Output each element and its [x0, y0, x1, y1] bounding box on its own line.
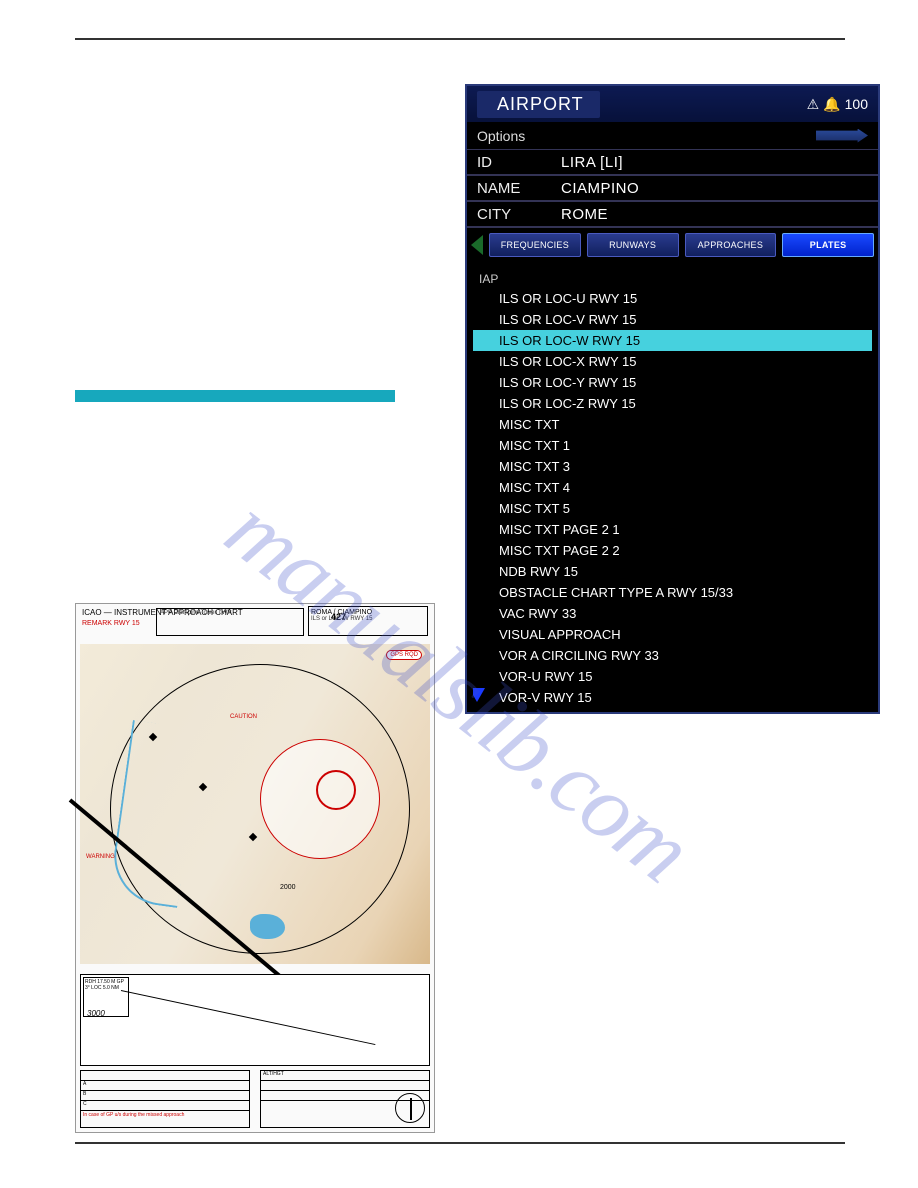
chart-minimums-right: ALT/HGT	[260, 1070, 430, 1128]
list-item[interactable]: ILS OR LOC-W RWY 15	[473, 330, 872, 351]
warning-icon: ⚠	[807, 96, 820, 113]
list-item[interactable]: ILS OR LOC-Y RWY 15	[473, 372, 872, 393]
footer-rule	[75, 1142, 845, 1144]
tab-frequencies[interactable]: FREQUENCIES	[489, 233, 581, 257]
chart-profile-alt: 3000	[87, 1009, 105, 1018]
avionics-airport-page: AIRPORT ⚠ 🔔 100 Options ID LIRA [LI] NAM…	[465, 84, 880, 714]
chart-lake	[250, 914, 285, 939]
tabs-row: FREQUENCIES RUNWAYS APPROACHES PLATES	[467, 228, 878, 262]
screen-title: AIRPORT	[497, 94, 584, 114]
table-row: ALT/HGT	[261, 1071, 429, 1081]
chart-minimums-tables: A B C In case of GP u/s during the misse…	[80, 1070, 430, 1128]
airport-id-row: ID LIRA [LI]	[467, 150, 878, 176]
list-item[interactable]: OBSTACLE CHART TYPE A RWY 15/33	[473, 582, 872, 603]
airport-name-row: NAME CIAMPINO	[467, 176, 878, 202]
options-label: Options	[477, 128, 525, 144]
options-arrow-icon[interactable]	[816, 129, 868, 143]
chart-minimums-left: A B C In case of GP u/s during the misse…	[80, 1070, 250, 1128]
device-header: AIRPORT ⚠ 🔔 100	[467, 86, 878, 122]
tab-runways[interactable]: RUNWAYS	[587, 233, 679, 257]
table-row: C	[81, 1101, 249, 1111]
chart-plan-view: GPS RQD WARNING CAUTION 2000	[80, 644, 430, 964]
id-label: ID	[477, 154, 533, 171]
chart-highlight-circle	[316, 770, 356, 810]
name-label: NAME	[477, 180, 533, 197]
name-value: CIAMPINO	[561, 180, 639, 197]
plates-list-area: IAP ILS OR LOC-U RWY 15ILS OR LOC-V RWY …	[473, 268, 872, 706]
chart-procedure-name: ILS or LOC-W RWY 15	[311, 616, 425, 622]
list-item[interactable]: MISC TXT PAGE 2 2	[473, 540, 872, 561]
chart-gp-slope	[121, 990, 381, 1050]
list-item[interactable]: VOR-U RWY 15	[473, 666, 872, 687]
scroll-down-icon[interactable]	[473, 688, 485, 702]
table-row: A	[81, 1081, 249, 1091]
list-item[interactable]: NDB RWY 15	[473, 561, 872, 582]
options-bar[interactable]: Options	[467, 122, 878, 150]
id-value: LIRA [LI]	[561, 154, 623, 171]
section-underline	[75, 390, 395, 402]
table-row: B	[81, 1091, 249, 1101]
screen-title-chip: AIRPORT	[477, 91, 600, 118]
chart-red-note: WARNING	[86, 854, 115, 860]
plates-list[interactable]: ILS OR LOC-U RWY 15ILS OR LOC-V RWY 15IL…	[473, 288, 872, 706]
airport-city-row: CITY ROME	[467, 202, 878, 228]
list-item[interactable]: VISUAL APPROACH	[473, 624, 872, 645]
chart-compass-icon	[395, 1093, 425, 1123]
header-rule	[75, 38, 845, 40]
list-item[interactable]: MISC TXT 1	[473, 435, 872, 456]
chart-approach-area	[260, 739, 380, 859]
list-item[interactable]: ILS OR LOC-X RWY 15	[473, 351, 872, 372]
list-item[interactable]: MISC TXT 4	[473, 477, 872, 498]
chart-spot-elev: 2000	[280, 884, 296, 891]
list-item[interactable]: MISC TXT PAGE 2 1	[473, 519, 872, 540]
chart-title-box: ROMA / CIAMPINO ILS or LOC-W RWY 15	[308, 606, 428, 636]
status-value: 100	[845, 96, 868, 112]
gps-required-tag: GPS RQD	[386, 650, 422, 660]
chart-profile-view: RDH 17.50 M GP 3° LOC 5.0 NM 3000	[80, 974, 430, 1066]
table-row	[81, 1071, 249, 1081]
tab-approaches[interactable]: APPROACHES	[685, 233, 777, 257]
approach-chart-image: ICAO — INSTRUMENT APPROACH CHART REMARK …	[75, 603, 435, 1133]
chart-airport-name: ROMA / CIAMPINO	[311, 609, 425, 616]
table-red-note: In case of GP u/s during the missed appr…	[81, 1111, 249, 1119]
list-item[interactable]: ILS OR LOC-Z RWY 15	[473, 393, 872, 414]
tabs-left-scroll-icon[interactable]	[471, 235, 483, 255]
chart-remark: REMARK RWY 15	[82, 620, 140, 627]
list-item[interactable]: VOR A CIRCILING RWY 33	[473, 645, 872, 666]
chart-top-freq-strip: APP Ciampino Tower TWR	[156, 608, 304, 636]
city-label: CITY	[477, 206, 533, 223]
status-icons: ⚠ 🔔 100	[807, 96, 868, 113]
category-label: IAP	[473, 268, 872, 288]
list-item[interactable]: MISC TXT 3	[473, 456, 872, 477]
bell-icon: 🔔	[823, 96, 840, 113]
list-item[interactable]: ILS OR LOC-V RWY 15	[473, 309, 872, 330]
list-item[interactable]: VOR-V RWY 15	[473, 687, 872, 706]
tab-plates[interactable]: PLATES	[782, 233, 874, 257]
chart-red-note: CAUTION	[230, 714, 257, 720]
list-item[interactable]: MISC TXT	[473, 414, 872, 435]
list-item[interactable]: MISC TXT 5	[473, 498, 872, 519]
list-item[interactable]: ILS OR LOC-U RWY 15	[473, 288, 872, 309]
chart-top-strip-text: APP Ciampino Tower TWR	[157, 609, 303, 617]
table-row	[261, 1081, 429, 1091]
list-item[interactable]: VAC RWY 33	[473, 603, 872, 624]
city-value: ROME	[561, 206, 608, 223]
